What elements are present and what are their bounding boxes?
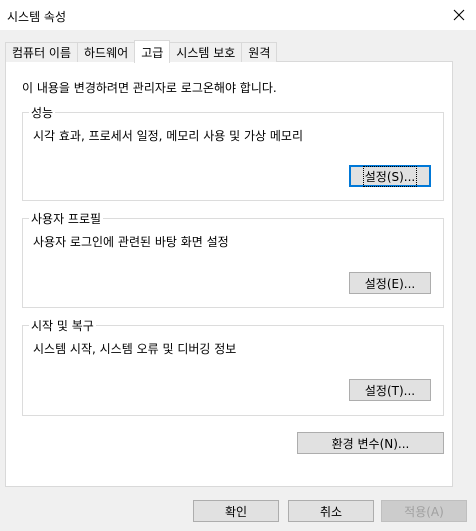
- startup-recovery-group-title: 시작 및 복구: [29, 317, 96, 334]
- startup-recovery-group: 시작 및 복구 시스템 시작, 시스템 오류 및 디버깅 정보 설정(T)...: [22, 317, 444, 416]
- performance-group: 성능 시각 효과, 프로세서 일정, 메모리 사용 및 가상 메모리 설정(S)…: [22, 104, 444, 201]
- window-title: 시스템 속성: [7, 10, 67, 24]
- user-profile-group: 사용자 프로필 사용자 로그인에 관련된 바탕 화면 설정 설정(E)...: [22, 210, 444, 308]
- user-profile-settings-button[interactable]: 설정(E)...: [349, 272, 431, 294]
- cancel-button[interactable]: 취소: [288, 500, 374, 522]
- ok-button[interactable]: 확인: [193, 500, 279, 522]
- tab-system-protection[interactable]: 시스템 보호: [169, 42, 243, 62]
- admin-notice: 이 내용을 변경하려면 관리자로 로그온해야 합니다.: [22, 81, 277, 95]
- tab-computer-name[interactable]: 컴퓨터 이름: [5, 42, 79, 62]
- performance-description: 시각 효과, 프로세서 일정, 메모리 사용 및 가상 메모리: [33, 129, 303, 143]
- performance-group-title: 성능: [29, 104, 56, 121]
- tab-hardware[interactable]: 하드웨어: [77, 42, 136, 62]
- environment-variables-button[interactable]: 환경 변수(N)...: [297, 432, 444, 454]
- performance-settings-label: 설정(S)...: [362, 165, 418, 187]
- tab-advanced[interactable]: 고급: [134, 40, 171, 63]
- tab-remote[interactable]: 원격: [241, 42, 278, 62]
- performance-settings-button[interactable]: 설정(S)...: [349, 165, 431, 187]
- startup-recovery-settings-button[interactable]: 설정(T)...: [349, 379, 431, 401]
- tab-strip: 컴퓨터 이름 하드웨어 고급 시스템 보호 원격: [5, 40, 278, 63]
- title-bar: 시스템 속성: [0, 0, 476, 30]
- startup-recovery-description: 시스템 시작, 시스템 오류 및 디버깅 정보: [33, 342, 237, 356]
- close-icon: [453, 9, 465, 21]
- user-profile-group-title: 사용자 프로필: [29, 210, 104, 227]
- close-button[interactable]: [442, 0, 476, 30]
- user-profile-description: 사용자 로그인에 관련된 바탕 화면 설정: [33, 235, 229, 249]
- apply-button[interactable]: 적용(A): [381, 500, 467, 522]
